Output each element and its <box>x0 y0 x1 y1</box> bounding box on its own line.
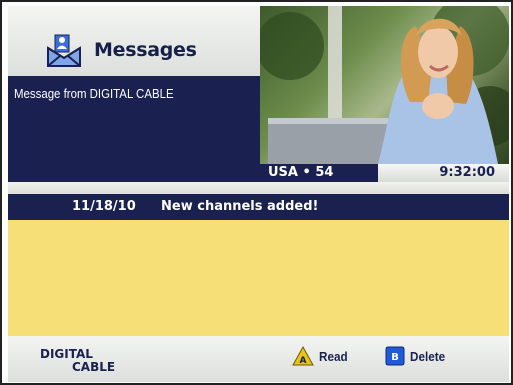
message-date: 11/18/10 <box>72 199 136 214</box>
messages-header: Messages <box>8 6 260 76</box>
live-tv-preview <box>260 6 509 164</box>
message-list-item[interactable]: 11/18/10 New channels added! <box>8 194 509 220</box>
svg-text:A: A <box>300 356 307 366</box>
page-title: Messages <box>94 39 197 61</box>
logo-line-2: CABLE <box>72 360 116 374</box>
a-button-icon: A <box>292 346 314 366</box>
footer-bar: DIGITAL CABLE A Read B Delete <box>8 336 509 382</box>
delete-button[interactable]: B Delete <box>385 346 449 366</box>
digital-cable-logo: DIGITAL CABLE <box>40 348 115 374</box>
svg-text:B: B <box>391 352 399 363</box>
b-button-icon: B <box>385 346 405 366</box>
tv-screen: Messages Message from DIGITAL CABLE USA … <box>0 0 513 385</box>
read-button[interactable]: A Read <box>292 346 351 366</box>
clock-time: 9:32:00 <box>439 165 495 180</box>
channel-label-bg: USA • 54 <box>260 164 378 182</box>
message-body-area <box>8 220 509 336</box>
delete-button-label: Delete <box>410 348 446 364</box>
message-subject: New channels added! <box>161 199 319 214</box>
message-from-text: Message from DIGITAL CABLE <box>14 86 174 101</box>
channel-info-bar: USA • 54 9:32:00 <box>260 164 509 182</box>
channel-label: USA • 54 <box>268 165 334 180</box>
envelope-person-icon <box>47 34 81 67</box>
message-preview-panel: Message from DIGITAL CABLE <box>8 76 260 182</box>
divider-strip <box>8 182 509 194</box>
read-button-label: Read <box>319 348 348 364</box>
video-frame-image <box>260 6 509 164</box>
